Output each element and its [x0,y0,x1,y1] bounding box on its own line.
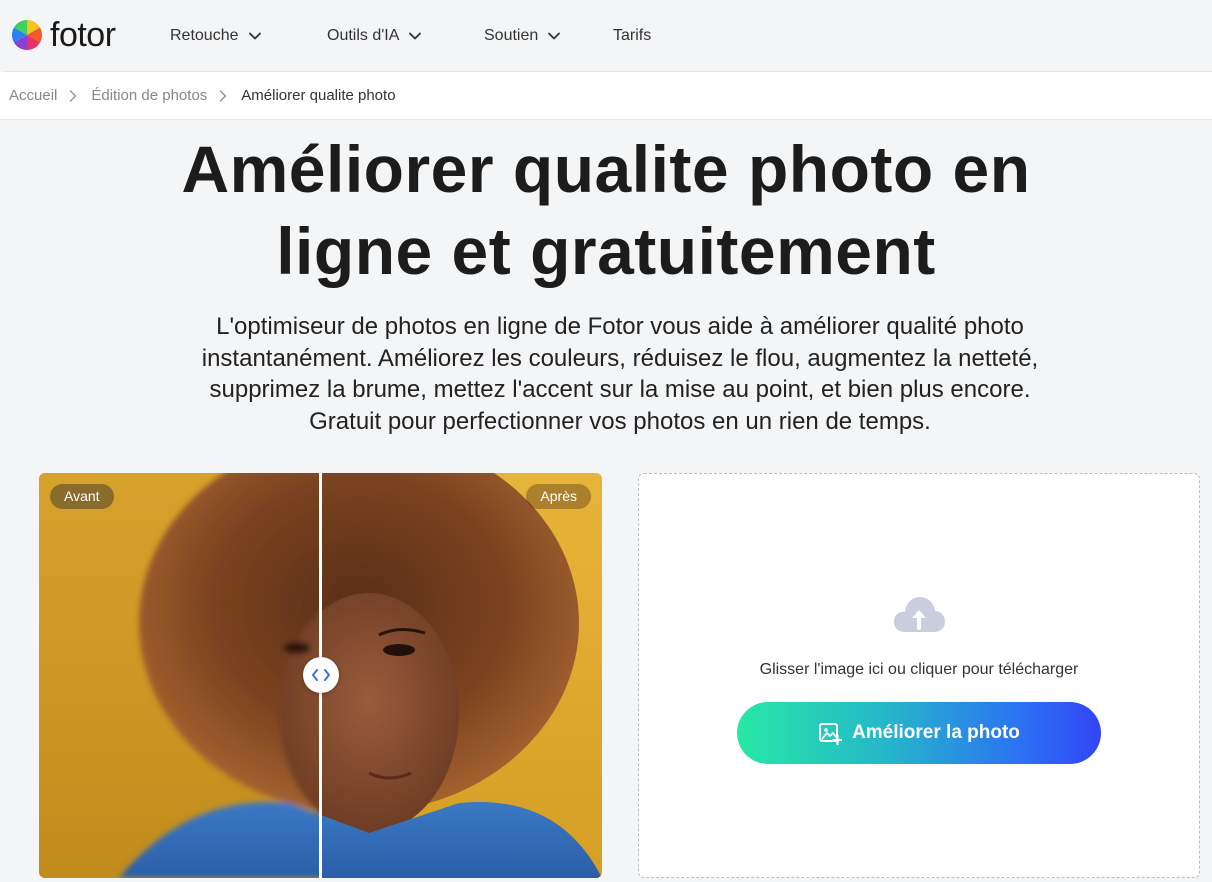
nav-item-soutien[interactable]: Soutien [484,22,613,50]
upload-hint: Glisser l'image ici ou cliquer pour télé… [759,661,1079,678]
chevron-down-icon [248,32,261,40]
brand-name: fotor [50,16,116,54]
page-title-line: Améliorer qualite photo en [181,132,1031,206]
before-badge: Avant [50,484,114,509]
arrows-left-right-icon [312,669,330,681]
cloud-upload-icon [893,597,945,632]
chevron-down-icon [548,32,561,40]
add-image-icon [819,723,843,745]
nav-item-retouche[interactable]: Retouche [170,22,327,50]
breadcrumb-link-accueil[interactable]: Accueil [9,87,57,104]
chevron-right-icon [220,89,227,102]
after-badge: Après [526,484,591,509]
subtitle-line: supprimez la brume, mettez l'accent sur … [209,376,1031,403]
page-title-line: ligne et gratuitement [276,214,936,288]
chevron-down-icon [409,32,422,40]
nav-item-label: Soutien [484,27,539,44]
top-navigation-bar: fotor Retouche Outils d'IA Soutien Tarif… [4,0,1212,72]
before-after-comparison: Avant Après [39,473,602,878]
fotor-logo-icon [12,20,42,50]
page-subtitle: L'optimiseur de photos en ligne de Fotor… [100,311,1140,437]
enhance-photo-button[interactable]: Améliorer la photo [737,702,1101,764]
main-nav: Retouche Outils d'IA Soutien Tarifs [170,22,651,50]
nav-item-label: Outils d'IA [327,27,400,44]
nav-item-label: Retouche [170,27,239,44]
nav-item-label: Tarifs [613,27,652,44]
breadcrumb-bar: Accueil Édition de photos Améliorer qual… [0,72,1212,120]
enhance-photo-button-label: Améliorer la photo [852,722,1020,743]
nav-item-outils-ia[interactable]: Outils d'IA [327,22,484,50]
upload-dropzone[interactable]: Glisser l'image ici ou cliquer pour télé… [638,473,1200,878]
nav-item-tarifs[interactable]: Tarifs [613,22,651,50]
breadcrumb-link-edition[interactable]: Édition de photos [91,87,207,104]
subtitle-line: instantanément. Améliorez les couleurs, … [201,344,1039,372]
breadcrumb: Accueil Édition de photos Améliorer qual… [9,87,396,104]
page-title: Améliorer qualite photo en ligne et grat… [0,128,1212,292]
comparison-slider-handle[interactable] [303,657,339,693]
subtitle-line: Gratuit pour perfectionner vos photos en… [309,407,931,435]
breadcrumb-current: Améliorer qualite photo [241,87,396,104]
chevron-right-icon [70,89,77,102]
fotor-logo[interactable]: fotor [12,18,116,52]
subtitle-line: L'optimiseur de photos en ligne de Fotor… [216,313,1024,340]
